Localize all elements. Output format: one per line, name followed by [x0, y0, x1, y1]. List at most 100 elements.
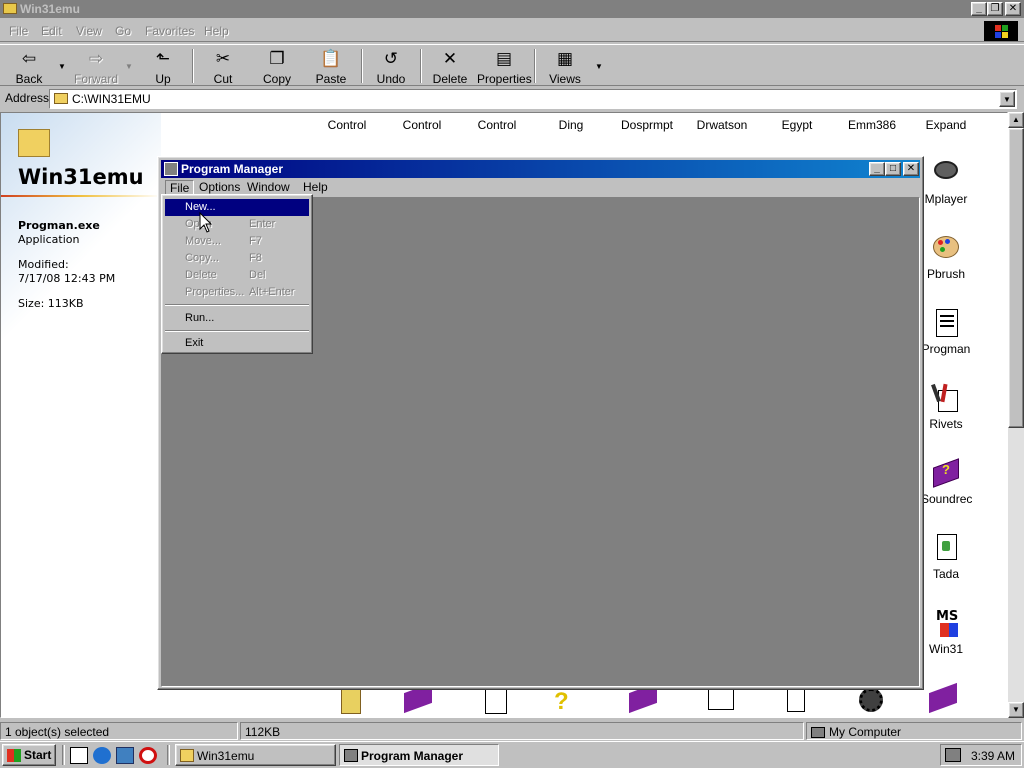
file-item[interactable]: Control [312, 118, 382, 132]
file-item-pbrush[interactable]: Pbrush [921, 232, 971, 281]
delete-x-icon: ✕ [442, 49, 458, 68]
file-item-soundrec[interactable]: ? Soundrec [921, 457, 972, 506]
menu-item-exit[interactable]: Exit [165, 335, 309, 352]
pm-minimize-button[interactable]: _ [869, 162, 885, 176]
file-item[interactable]: Expand [911, 118, 981, 132]
cabinet-icon[interactable] [334, 688, 368, 716]
file-item[interactable]: Ding [536, 118, 606, 132]
program-manager-icon [930, 307, 962, 339]
address-dropdown-button[interactable]: ▼ [999, 91, 1015, 107]
scroll-thumb[interactable] [1008, 128, 1024, 428]
taskbar-separator [167, 745, 170, 765]
outlook-express-icon[interactable] [116, 747, 134, 764]
scheduler-icon[interactable] [945, 748, 961, 762]
close-button[interactable]: ✕ [1005, 2, 1021, 16]
address-label: Address [5, 91, 50, 105]
scissors-icon: ✂ [215, 49, 231, 68]
sound-file-icon [930, 532, 962, 564]
file-item[interactable]: Egypt [762, 118, 832, 132]
views-dropdown-icon[interactable]: ▼ [595, 62, 603, 71]
file-item-rivets[interactable]: Rivets [921, 382, 971, 431]
menu-item-run[interactable]: Run... [165, 310, 309, 327]
menu-favorites[interactable]: Favorites [145, 24, 194, 38]
menu-view[interactable]: View [76, 24, 102, 38]
back-button[interactable]: ⇦ Back [2, 48, 56, 86]
window-title: Win31emu [20, 2, 80, 16]
menu-help[interactable]: Help [204, 24, 229, 38]
status-bar: 1 object(s) selected 112KB My Computer [0, 721, 1024, 741]
program-manager-icon [344, 749, 358, 762]
pm-menu-options[interactable]: Options [195, 180, 244, 194]
forward-arrow-icon: ⇨ [88, 49, 104, 68]
toolbar: ⇦ Back ▼ ⇨ Forward ▼ ⬑ Up ✂ Cut ❐ Copy 📋… [0, 44, 1024, 86]
help-book-icon[interactable] [929, 682, 963, 716]
selected-file-type: Application [18, 233, 80, 246]
clock[interactable]: 3:39 AM [971, 749, 1015, 763]
up-button[interactable]: ⬑ Up [136, 48, 190, 86]
internet-explorer-icon[interactable] [93, 747, 111, 764]
file-item[interactable]: Dosprmpt [612, 118, 682, 132]
minimize-button[interactable]: _ [971, 2, 987, 16]
properties-button[interactable]: ▤ Properties [477, 48, 532, 86]
status-size: 112KB [240, 722, 804, 740]
undo-icon: ↺ [383, 49, 399, 68]
menu-item-open[interactable]: Open Enter [165, 216, 309, 233]
menu-item-delete[interactable]: Delete Del [165, 267, 309, 284]
tools-icon[interactable] [779, 688, 813, 716]
pm-maximize-button[interactable]: □ [885, 162, 901, 176]
file-item-tada[interactable]: Tada [921, 532, 971, 581]
copy-button[interactable]: ❐ Copy [250, 48, 304, 86]
file-item-win31[interactable]: MS Win31 [921, 607, 971, 656]
file-item[interactable]: Control [462, 118, 532, 132]
toolbar-separator [420, 49, 422, 83]
address-input[interactable]: C:\WIN31EMU ▼ [49, 89, 1017, 109]
menu-separator [165, 304, 309, 306]
toolbar-separator [192, 49, 194, 83]
pm-menu-window[interactable]: Window [243, 180, 294, 194]
undo-button[interactable]: ↺ Undo [364, 48, 418, 86]
pm-menu-help[interactable]: Help [299, 180, 332, 194]
scroll-up-button[interactable]: ▲ [1008, 112, 1024, 128]
film-reel-icon [930, 157, 962, 189]
menu-item-copy[interactable]: Copy... F8 [165, 250, 309, 267]
file-item-progman[interactable]: Progman [921, 307, 971, 356]
selected-file-name: Progman.exe [18, 219, 100, 232]
menu-item-new[interactable]: New... [165, 199, 309, 216]
file-item[interactable]: Control [387, 118, 457, 132]
cut-button[interactable]: ✂ Cut [196, 48, 250, 86]
up-folder-icon: ⬑ [155, 49, 171, 68]
pm-close-button[interactable]: ✕ [903, 162, 919, 176]
vertical-scrollbar[interactable]: ▲ ▼ [1008, 112, 1024, 718]
paste-button[interactable]: 📋 Paste [304, 48, 358, 86]
show-desktop-icon[interactable] [70, 747, 88, 764]
document-icon[interactable] [479, 688, 513, 716]
opera-icon[interactable] [139, 747, 157, 764]
scroll-down-button[interactable]: ▼ [1008, 702, 1024, 718]
help-book-icon[interactable] [629, 682, 663, 716]
file-item[interactable]: Emm386 [837, 118, 907, 132]
restore-button[interactable]: ❐ [987, 2, 1003, 16]
file-item-mplayer[interactable]: Mplayer [921, 157, 971, 206]
toolbar-separator [534, 49, 536, 83]
program-manager-icon [164, 162, 178, 176]
menu-go[interactable]: Go [115, 24, 131, 38]
task-program-manager[interactable]: Program Manager [339, 744, 499, 766]
menu-file[interactable]: File [9, 24, 28, 38]
back-dropdown-icon[interactable]: ▼ [58, 62, 66, 71]
start-button[interactable]: Start [2, 744, 56, 766]
delete-button[interactable]: ✕ Delete [423, 48, 477, 86]
views-button[interactable]: ▦ Views [538, 48, 592, 86]
help-book-icon[interactable] [404, 682, 438, 716]
menu-item-properties[interactable]: Properties... Alt+Enter [165, 284, 309, 301]
properties-icon: ▤ [495, 49, 513, 68]
forward-button[interactable]: ⇨ Forward [69, 48, 123, 86]
menu-item-move[interactable]: Move... F7 [165, 233, 309, 250]
forward-dropdown-icon[interactable]: ▼ [125, 62, 133, 71]
file-item[interactable]: Drwatson [687, 118, 757, 132]
program-manager-title-bar[interactable]: Program Manager _ □ ✕ [161, 160, 920, 178]
task-win31emu[interactable]: Win31emu [175, 744, 336, 766]
gear-icon[interactable] [854, 688, 888, 716]
menu-edit[interactable]: Edit [41, 24, 62, 38]
signature-icon[interactable] [704, 688, 738, 716]
question-mark-icon[interactable]: ? [554, 688, 588, 716]
